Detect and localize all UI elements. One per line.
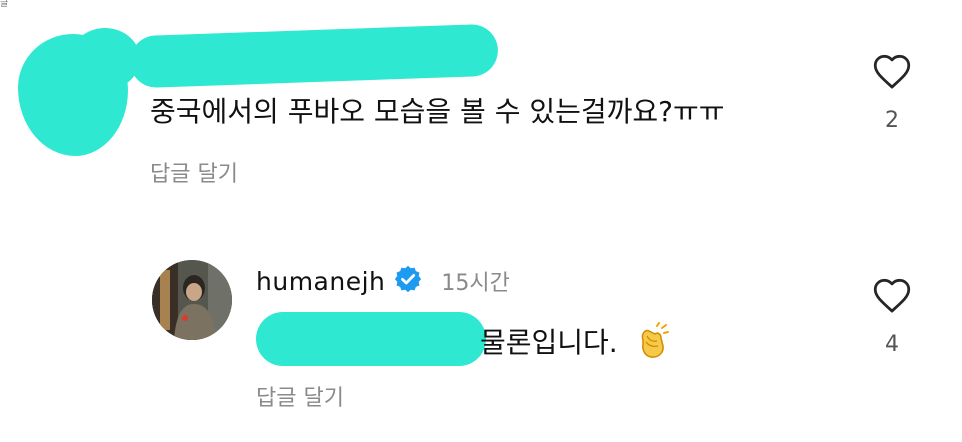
reply-button[interactable]: 답글 달기	[256, 380, 344, 412]
reply-text-content: 물론입니다.	[480, 326, 627, 359]
heart-outline-icon[interactable]	[870, 276, 914, 314]
redacted-mention	[256, 312, 486, 366]
avatar[interactable]	[152, 260, 232, 340]
verified-badge-icon	[393, 264, 423, 298]
comment-text: 중국에서의 푸바오 모습을 볼 수 있는걸까요?ㅠㅠ	[150, 95, 725, 128]
heart-outline-icon[interactable]	[870, 52, 914, 90]
clapping-hands-emoji	[633, 320, 673, 368]
like-count: 2	[885, 108, 899, 133]
comment-like-group: 2	[870, 52, 914, 133]
redacted-avatar	[18, 28, 140, 156]
reply-header: humanejh 15시간	[256, 264, 510, 298]
timestamp: 15시간	[441, 271, 510, 296]
username[interactable]: humanejh	[256, 267, 385, 296]
avatar-photo	[152, 260, 232, 340]
reply-button[interactable]: 답글 달기	[150, 156, 238, 188]
like-count: 4	[885, 332, 899, 357]
cut-off-text-fragment: 글	[0, 0, 9, 9]
reply-like-group: 4	[870, 276, 914, 357]
redacted-username	[129, 23, 499, 89]
reply-text: 물론입니다.	[480, 320, 673, 368]
